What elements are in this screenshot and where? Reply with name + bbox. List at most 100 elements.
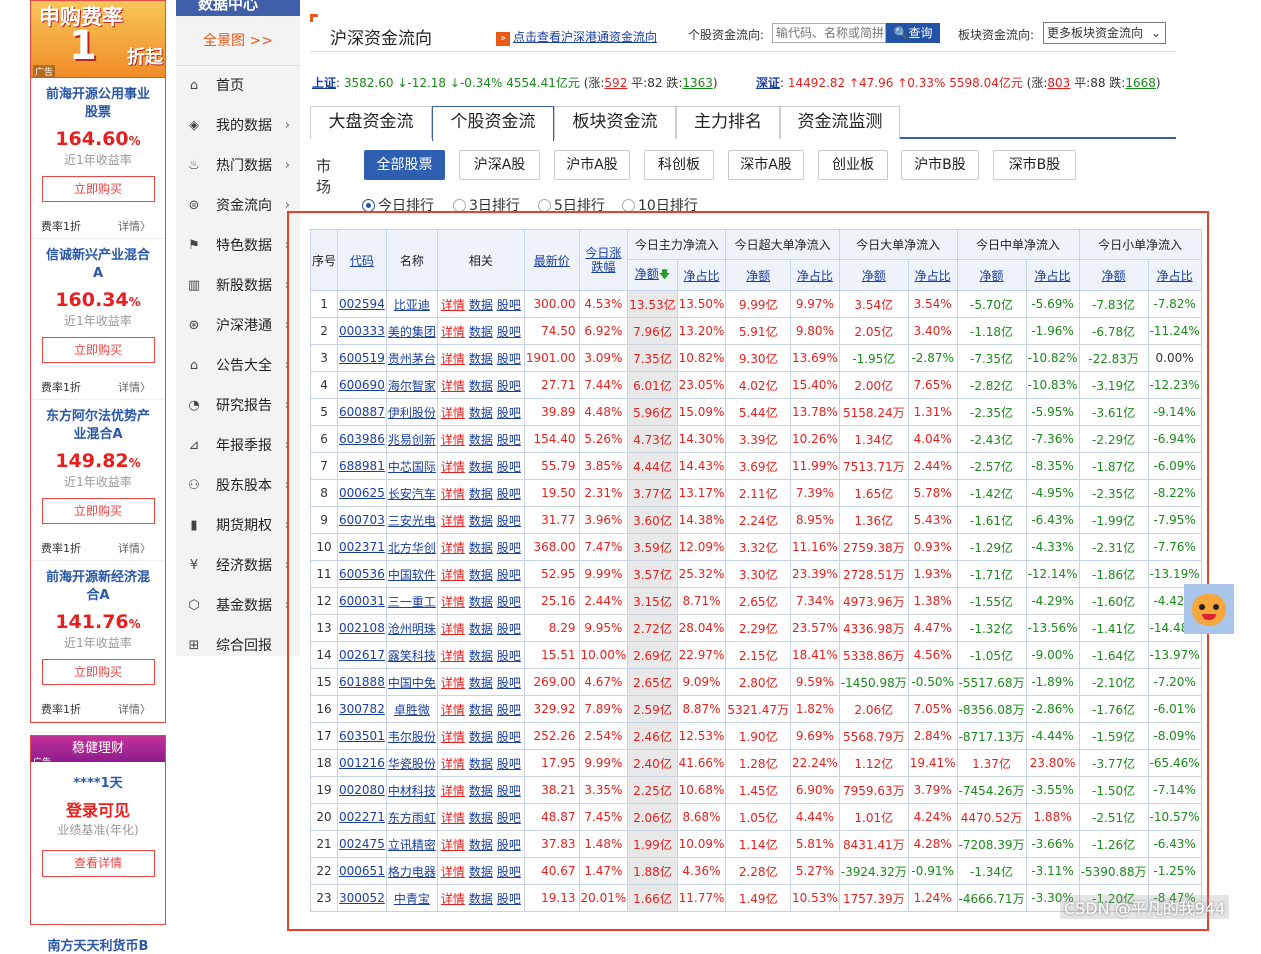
view-detail-button[interactable]: 查看详情 [41,850,155,877]
cell-code[interactable]: 601888 [337,668,387,696]
related-link[interactable]: 详情 [441,757,465,771]
cell-name[interactable]: 美的集团 [385,317,438,345]
related-link[interactable]: 数据 [469,379,493,393]
stock-code-link[interactable]: 002080 [339,783,385,797]
cell-name[interactable]: 东方雨虹 [385,803,438,831]
stock-code-link[interactable]: 601888 [339,675,385,689]
fund-name[interactable]: 前海开源新经济混合A [31,561,165,611]
stock-code-link[interactable]: 600690 [339,378,385,392]
related-link[interactable]: 数据 [469,298,493,312]
cell-code[interactable]: 688981 [337,452,387,480]
related-link[interactable]: 详情 [441,838,465,852]
related-link[interactable]: 数据 [469,487,493,501]
related-link[interactable]: 股吧 [497,541,521,555]
sidebar-item[interactable]: ⊛ 沪深港通 › [176,306,300,346]
cell-code[interactable]: 300052 [337,884,387,912]
cell-code[interactable]: 600690 [337,371,387,399]
sidebar-item[interactable]: ⚇ 股东股本 › [176,466,300,506]
related-link[interactable]: 股吧 [497,568,521,582]
market-option[interactable]: 沪市A股 [554,150,630,180]
fund-name[interactable]: 东方阿尔法优势产业混合A [31,400,165,450]
related-link[interactable]: 数据 [469,541,493,555]
cell-name[interactable]: 伊利股份 [385,398,438,426]
stock-code-link[interactable]: 001216 [339,756,385,770]
related-link[interactable]: 详情 [441,541,465,555]
sidebar-item[interactable]: ⊜ 资金流向 › [176,186,300,226]
related-link[interactable]: 股吧 [497,784,521,798]
related-link[interactable]: 股吧 [497,703,521,717]
cell-name[interactable]: 中国中免 [385,668,438,696]
related-link[interactable]: 详情 [441,892,465,906]
related-link[interactable]: 详情 [441,649,465,663]
related-link[interactable]: 详情 [441,406,465,420]
cell-name[interactable]: 露笑科技 [385,641,438,669]
cell-code[interactable]: 600887 [337,398,387,426]
sidebar-item[interactable]: ⊿ 年报季报 › [176,426,300,466]
buy-now-button[interactable]: 立即购买 [41,498,155,524]
related-link[interactable]: 详情 [441,568,465,582]
related-link[interactable]: 详情 [441,514,465,528]
market-option[interactable]: 全部股票 [364,150,445,180]
sidebar-item[interactable]: ⊞ 综合回报 [176,626,300,666]
stock-code-link[interactable]: 600519 [339,351,385,365]
related-link[interactable]: 详情 [441,784,465,798]
cell-code[interactable]: 002594 [337,290,387,318]
cell-code[interactable]: 300782 [337,695,387,723]
stock-search-input[interactable] [772,23,886,43]
stock-code-link[interactable]: 002271 [339,810,385,824]
cell-code[interactable]: 600703 [337,506,387,534]
fund-name[interactable]: 前海开源公用事业股票 [31,78,165,128]
buy-now-button[interactable]: 立即购买 [41,176,155,202]
related-link[interactable]: 数据 [469,811,493,825]
sh-down-count[interactable]: 1363 [682,76,713,90]
sz-down-count[interactable]: 1668 [1125,76,1156,90]
cell-name[interactable]: 格力电器 [385,857,438,885]
sh-index-link[interactable]: 上证 [312,76,336,90]
cell-name[interactable]: 三安光电 [385,506,438,534]
stock-code-link[interactable]: 000625 [339,486,385,500]
sub-col-pct[interactable]: 净占比 [1025,259,1080,291]
related-link[interactable]: 详情 [441,703,465,717]
cell-name[interactable]: 三一重工 [385,587,438,615]
related-link[interactable]: 股吧 [497,379,521,393]
sidebar-item[interactable]: ▮ 期货期权 › [176,506,300,546]
cell-code[interactable]: 600536 [337,560,387,588]
related-link[interactable]: 股吧 [497,433,521,447]
col-price[interactable]: 最新价 [523,229,580,291]
related-link[interactable]: 数据 [469,514,493,528]
stock-code-link[interactable]: 600887 [339,405,385,419]
sub-col-pct[interactable]: 净占比 [907,259,958,291]
related-link[interactable]: 股吧 [497,325,521,339]
cell-name[interactable]: 比亚迪 [385,290,438,318]
fee-discount-banner[interactable]: 申购费率 1 折起 广告 [30,0,166,78]
cell-name[interactable]: 贵州茅台 [385,344,438,372]
sz-index-link[interactable]: 深证 [756,76,780,90]
sub-col-amount[interactable]: 净额🡇 [627,259,678,291]
sidebar-item[interactable]: ◔ 研究报告 › [176,386,300,426]
cell-name[interactable]: 韦尔股份 [385,722,438,750]
related-link[interactable]: 详情 [441,352,465,366]
related-link[interactable]: 数据 [469,325,493,339]
cell-name[interactable]: 卓胜微 [385,695,438,723]
cell-code[interactable]: 002080 [337,776,387,804]
fund-detail-link[interactable]: 详情〉 [118,218,151,234]
related-link[interactable]: 数据 [469,595,493,609]
related-link[interactable]: 详情 [441,622,465,636]
related-link[interactable]: 详情 [441,730,465,744]
period-radio[interactable]: 10日排行 [622,195,698,215]
related-link[interactable]: 数据 [469,568,493,582]
sub-col-pct[interactable]: 净占比 [1147,259,1202,291]
cell-name[interactable]: 中芯国际 [385,452,438,480]
cell-name[interactable]: 长安汽车 [385,479,438,507]
stock-code-link[interactable]: 600536 [339,567,385,581]
related-link[interactable]: 数据 [469,406,493,420]
sub-col-pct[interactable]: 净占比 [676,259,727,291]
stock-code-link[interactable]: 688981 [339,459,385,473]
cell-name[interactable]: 立讯精密 [385,830,438,858]
stock-code-link[interactable]: 600703 [339,513,385,527]
sidebar-item[interactable]: ◈ 我的数据 › [176,106,300,146]
stock-code-link[interactable]: 002617 [339,648,385,662]
stock-code-link[interactable]: 002371 [339,540,385,554]
sub-col-amount[interactable]: 净额 [725,259,792,291]
period-radio[interactable]: 5日排行 [538,195,605,215]
